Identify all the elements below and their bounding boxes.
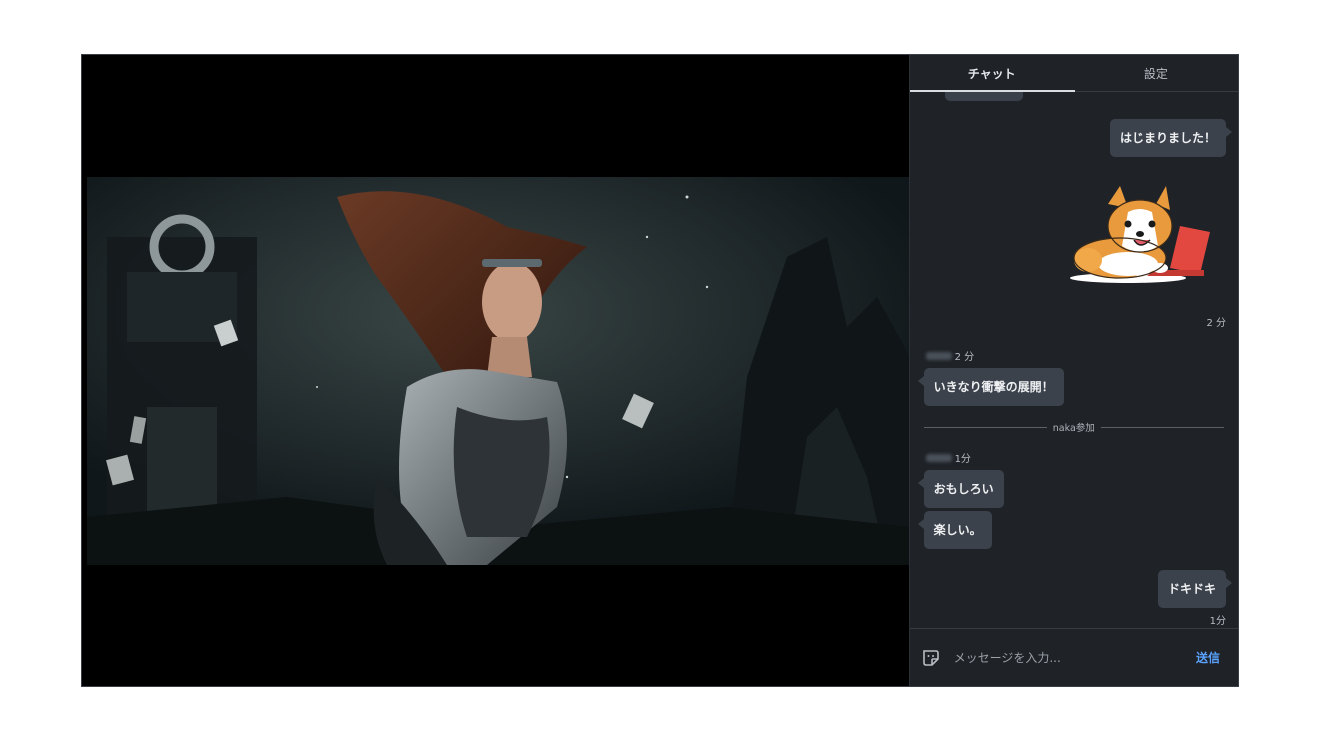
join-notice-text: naka参加 xyxy=(1052,423,1095,434)
outgoing-message: はじまりました！ xyxy=(1109,119,1233,157)
send-button[interactable]: 送信 xyxy=(1196,649,1220,666)
sticker-icon[interactable] xyxy=(922,649,940,667)
outgoing-message: ドキドキ xyxy=(1157,570,1233,608)
video-player[interactable] xyxy=(82,55,910,686)
watch-party-app: チャット 設定 はじまりました！ 2 分 2 分 いきなり衝撃の展開！ naka… xyxy=(81,54,1239,687)
corgi-sticker xyxy=(1068,186,1214,284)
message-list[interactable]: はじまりました！ 2 分 2 分 いきなり衝撃の展開！ naka参加 1分 おも… xyxy=(910,92,1238,628)
video-frame[interactable] xyxy=(87,177,910,565)
join-notice: naka参加 xyxy=(923,420,1224,434)
tab-bar: チャット 設定 xyxy=(909,55,1238,92)
divider-line-right xyxy=(1100,426,1224,428)
message-timestamp: 2 分 xyxy=(954,352,975,363)
chat-panel: チャット 設定 はじまりました！ 2 分 2 分 いきなり衝撃の展開！ naka… xyxy=(908,55,1238,686)
sender-name-blurred xyxy=(925,453,952,462)
incoming-message: 楽しい。 xyxy=(917,511,992,549)
sender-name-blurred xyxy=(925,351,952,360)
divider-line-left xyxy=(923,426,1047,428)
sender-row: 1分 xyxy=(925,450,971,465)
tab-settings[interactable]: 設定 xyxy=(1074,55,1238,91)
sender-row: 2 分 xyxy=(925,348,975,363)
message-timestamp: 1分 xyxy=(1209,616,1226,627)
incoming-message: いきなり衝撃の展開！ xyxy=(917,368,1064,406)
message-timestamp: 1分 xyxy=(954,454,971,465)
tab-chat[interactable]: チャット xyxy=(910,55,1074,91)
incoming-message: おもしろい xyxy=(917,470,1004,508)
sticker-timestamp: 2 分 xyxy=(1206,318,1226,329)
video-scene-image xyxy=(87,177,910,565)
message-input-bar: 送信 xyxy=(909,628,1238,686)
message-input[interactable] xyxy=(953,650,1182,665)
previous-message-edge xyxy=(944,92,1023,101)
